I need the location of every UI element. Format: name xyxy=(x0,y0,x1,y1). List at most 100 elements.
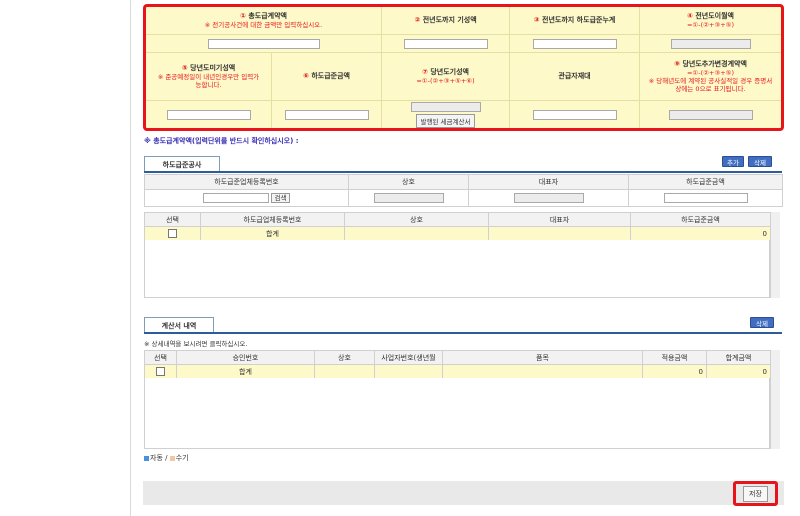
issued-invoice-button[interactable]: 발행된 세금계산서 xyxy=(415,113,476,128)
inv-col-company: 상호 xyxy=(314,350,375,365)
curr-extra-cell xyxy=(640,101,781,128)
prev-subcontract-input[interactable] xyxy=(532,38,617,49)
subcontract-scrollbar[interactable] xyxy=(770,212,780,298)
curr-extra-formula: =①-(②+③+⑤) xyxy=(686,69,735,77)
invoice-scrollbar[interactable] xyxy=(770,350,780,449)
subcontract-total-row: 합계 0 xyxy=(144,226,771,241)
prev-remaining-input xyxy=(670,38,751,49)
curr-progress-header: ⑦ 당년도기성액 =①-(②+③+⑤+⑥) xyxy=(382,53,510,101)
prev-subcontract-cell xyxy=(510,35,640,53)
sub-amount-input[interactable] xyxy=(284,109,369,120)
sub-amount-num: ⑥ xyxy=(302,72,309,80)
total-contract-note: ※ 전기공사건에 대한 금액만 입력하십시오. xyxy=(204,21,323,29)
total-contract-label: 총도급계약액 xyxy=(248,12,287,20)
curr-progress-num: ⑦ xyxy=(421,68,428,76)
prev-subcontract-header: ③ 전년도까지 하도급준누계 xyxy=(510,7,640,35)
curr-extra-note: ※ 당해년도에 계약된 공사실적일 경우 증명서 상에는 0으로 표기됩니다. xyxy=(648,77,773,93)
ceo-cell xyxy=(468,189,629,207)
curr-extra-label: 당년도추가변경계약액 xyxy=(682,60,747,68)
subcontract-list-area xyxy=(144,240,770,298)
invoice-list-area xyxy=(144,378,770,449)
legend-auto: 자동 xyxy=(150,454,163,462)
prev-remaining-cell xyxy=(640,35,781,53)
add-button[interactable]: 추가 xyxy=(722,156,744,167)
curr-unprogressed-input[interactable] xyxy=(166,109,251,120)
subcontract-tab-line xyxy=(144,171,782,173)
invoice-total-row: 합계 0 0 xyxy=(144,364,771,379)
total-contract-input[interactable] xyxy=(207,38,320,49)
col-ceo: 대표자 xyxy=(488,212,631,227)
total-contract-cell xyxy=(146,35,382,53)
prev-progress-num: ② xyxy=(414,16,421,24)
curr-extra-header: ⑨ 당년도추가변경계약액 =①-(②+③+⑤) ※ 당해년도에 계약된 공사실적… xyxy=(640,53,781,101)
search-button[interactable]: 검색 xyxy=(270,193,291,203)
total-label: 합계 xyxy=(200,226,345,241)
sub-amount-header: ⑥ 하도급준금액 xyxy=(272,53,382,101)
save-button[interactable]: 저장 xyxy=(743,485,768,502)
issuer-header: 관급자재대 xyxy=(510,53,640,101)
curr-progress-label: 당년도기성액 xyxy=(430,68,469,76)
prev-progress-cell xyxy=(382,35,510,53)
legend-manual: 수기 xyxy=(175,454,189,462)
curr-extra-input xyxy=(668,109,753,120)
inv-total-select xyxy=(144,364,177,379)
inv-col-select: 선택 xyxy=(144,350,177,365)
col-reg-no: 하도급업체등록번호 xyxy=(200,212,345,227)
prev-subcontract-label: 전년도까지 하도급준누계 xyxy=(542,16,616,24)
prev-remaining-label: 전년도이월액 xyxy=(695,12,734,20)
footer-bar xyxy=(143,481,784,505)
tab-subcontract[interactable]: 하도급준공사 xyxy=(144,156,220,172)
prev-progress-header: ② 전년도까지 기성액 xyxy=(382,7,510,35)
inv-col-total: 합계금액 xyxy=(706,350,771,365)
input-header-ceo: 대표자 xyxy=(468,174,629,190)
curr-progress-cell: 발행된 세금계산서 xyxy=(382,101,510,128)
amount-input[interactable] xyxy=(663,193,748,203)
col-company: 상호 xyxy=(344,212,489,227)
invoice-tab-line xyxy=(144,332,782,334)
curr-progress-formula: =①-(②+③+⑤+⑥) xyxy=(416,77,475,85)
inv-col-approval-no: 승인번호 xyxy=(176,350,315,365)
legend: 자동 / 수기 xyxy=(144,453,189,463)
reg-no-cell: 검색 xyxy=(144,189,349,207)
col-amount: 하도급준금액 xyxy=(630,212,771,227)
contract-summary-panel: ① 총도급계약액 ※ 전기공사건에 대한 금액만 입력하십시오. ② 전년도까지… xyxy=(143,4,784,131)
curr-unprogressed-num: ⑤ xyxy=(181,64,188,72)
left-divider xyxy=(130,0,131,516)
prev-progress-label: 전년도까지 기성액 xyxy=(422,16,477,24)
issuer-label: 관급자재대 xyxy=(558,72,591,80)
prev-subcontract-num: ③ xyxy=(533,16,540,24)
input-header-reg-no: 하도급준업체등록번호 xyxy=(144,174,349,190)
issuer-input[interactable] xyxy=(532,109,617,120)
prev-remaining-num: ④ xyxy=(686,12,693,20)
inv-col-item: 품목 xyxy=(442,350,643,365)
curr-extra-num: ⑨ xyxy=(674,60,681,68)
inv-total-label: 합계 xyxy=(176,364,315,379)
tab-invoice[interactable]: 계산서 내역 xyxy=(144,317,214,333)
total-contract-num: ① xyxy=(239,12,246,20)
manual-swatch xyxy=(169,455,175,461)
issuer-cell xyxy=(510,101,640,128)
prev-remaining-formula: =①-(②+③+⑤) xyxy=(686,21,735,29)
col-select: 선택 xyxy=(144,212,201,227)
subcontract-delete-button[interactable]: 삭제 xyxy=(748,156,772,167)
inv-total-checkbox[interactable] xyxy=(156,367,165,376)
curr-unprogressed-label: 당년도미기성액 xyxy=(190,64,236,72)
reg-no-input[interactable] xyxy=(202,193,269,203)
curr-unprogressed-note: ※ 준공예정일이 내년인경우만 입력가능합니다. xyxy=(157,73,260,89)
company-cell xyxy=(348,189,469,207)
input-header-company: 상호 xyxy=(348,174,469,190)
inv-col-applied: 적용금액 xyxy=(642,350,707,365)
invoice-delete-button[interactable]: 삭제 xyxy=(750,317,774,328)
subcontract-table: 선택 하도급업체등록번호 상호 대표자 하도급준금액 합계 0 xyxy=(144,212,771,241)
company-input xyxy=(373,193,444,203)
sub-amount-label: 하도급준금액 xyxy=(311,72,350,80)
curr-unprogressed-cell xyxy=(146,101,272,128)
prev-progress-input[interactable] xyxy=(403,38,488,49)
unit-warning-note: ※ 총도급계약액(입력단위를 반드시 확인하십시오) : xyxy=(144,137,299,145)
total-checkbox[interactable] xyxy=(168,229,177,238)
invoice-hint: ※ 상세내역을 보시려면 클릭하십시오. xyxy=(144,340,248,348)
inv-total-applied: 0 xyxy=(642,364,707,379)
sub-amount-cell xyxy=(272,101,382,128)
save-highlight: 저장 xyxy=(733,481,778,506)
amount-cell xyxy=(628,189,783,207)
